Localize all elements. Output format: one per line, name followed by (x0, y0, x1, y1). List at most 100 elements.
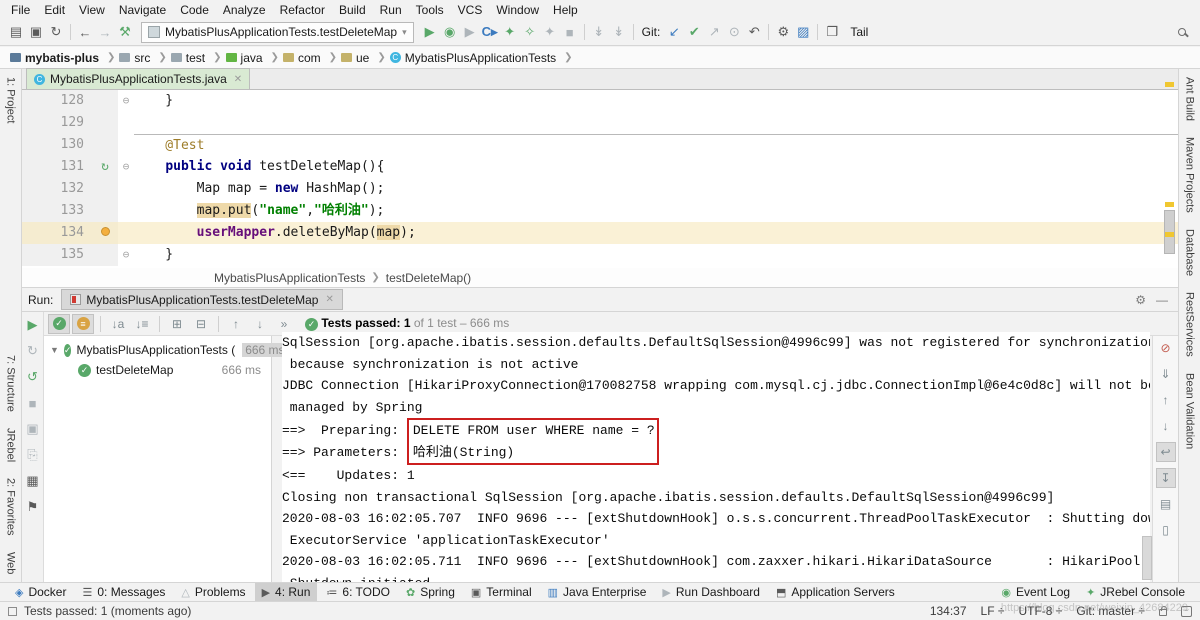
toolwindow-run-dashboard[interactable]: ▶Run Dashboard (655, 583, 767, 602)
breadcrumb-class[interactable]: CMybatisPlusApplicationTests❯ (390, 51, 573, 65)
minimize-icon[interactable]: — (1156, 293, 1168, 307)
fold-icon[interactable]: ⊖ (118, 244, 134, 266)
settings-wrench-icon[interactable]: ⚙ (773, 22, 793, 42)
menu-tools[interactable]: Tools (409, 3, 451, 17)
menu-view[interactable]: View (72, 3, 112, 17)
toolwindow-project[interactable]: 1: Project (5, 69, 17, 131)
debug-button[interactable]: ◉ (440, 22, 460, 42)
toolwindow-problems[interactable]: △Problems (174, 583, 252, 602)
hector-inspector-icon[interactable]: ⌣ (1181, 606, 1192, 617)
editor-tab[interactable]: C MybatisPlusApplicationTests.java ✕ (26, 68, 250, 89)
expand-all-icon[interactable]: ⊞ (166, 314, 188, 334)
menu-navigate[interactable]: Navigate (112, 3, 173, 17)
back-icon[interactable]: ← (75, 22, 95, 42)
breadcrumb-class[interactable]: MybatisPlusApplicationTests (214, 271, 365, 285)
menu-window[interactable]: Window (489, 3, 546, 17)
close-icon[interactable]: ✕ (234, 74, 242, 85)
build-hammer-icon[interactable]: ⚒ (115, 22, 135, 42)
breadcrumb-java[interactable]: java❯ (226, 51, 279, 65)
console-scrollbar-thumb[interactable] (1142, 536, 1152, 580)
gear-icon[interactable]: ⚙ (1135, 293, 1146, 307)
toolwindow-web[interactable]: Web (5, 544, 17, 582)
git-commit-icon[interactable]: ✔ (684, 22, 704, 42)
toolwindow-favorites[interactable]: 2: Favorites (5, 470, 17, 543)
jrebel-debug-icon[interactable]: ✧ (520, 22, 540, 42)
sort-alphabetically-icon[interactable]: ↓a (107, 314, 129, 334)
menu-vcs[interactable]: VCS (451, 3, 490, 17)
coverage-icon[interactable]: C▸ (480, 22, 500, 42)
print-icon[interactable]: ▤ (1156, 494, 1176, 514)
breadcrumb-project[interactable]: mybatis-plus❯ (10, 51, 115, 65)
toolwindow-event-log[interactable]: ◉Event Log (994, 583, 1077, 602)
sort-by-duration-icon[interactable]: ↓≡ (131, 314, 153, 334)
search-everywhere-icon[interactable] (1178, 25, 1186, 39)
toolwindow-spring[interactable]: ✿Spring (399, 583, 462, 602)
breadcrumb-com[interactable]: com❯ (283, 51, 337, 65)
run-configuration-select[interactable]: MybatisPlusApplicationTests.testDeleteMa… (141, 22, 414, 43)
run-panel-tab[interactable]: MybatisPlusApplicationTests.testDeleteMa… (61, 289, 343, 310)
save-all-icon[interactable]: ▣ (26, 22, 46, 42)
show-passed-icon[interactable]: ✓ (48, 314, 70, 334)
toolwindow-jrebel-console[interactable]: ✦JRebel Console (1079, 583, 1192, 602)
fold-icon[interactable]: ⊖ (118, 90, 134, 112)
menu-code[interactable]: Code (173, 3, 216, 17)
encoding-select[interactable]: UTF-8 ÷ (1018, 604, 1062, 618)
git-update-icon[interactable]: ↙ (664, 22, 684, 42)
toolwindow-docker[interactable]: ◈Docker (8, 583, 73, 602)
close-icon[interactable]: ✕ (325, 294, 333, 305)
toolwindow-restservices[interactable]: RestServices (1184, 284, 1196, 365)
stripe-warning-mark[interactable] (1165, 202, 1174, 207)
editor-error-stripe[interactable] (1164, 74, 1176, 264)
breadcrumb-ue[interactable]: ue❯ (341, 51, 386, 65)
menu-build[interactable]: Build (332, 3, 373, 17)
test-tree-item[interactable]: ✓ testDeleteMap 666 ms (44, 360, 271, 380)
toolwindow-messages[interactable]: ☰0: Messages (75, 583, 172, 602)
breadcrumb-test[interactable]: test❯ (171, 51, 222, 65)
rollback-icon[interactable]: ↶ (744, 22, 764, 42)
menu-help[interactable]: Help (546, 3, 585, 17)
stripe-warning-mark[interactable] (1165, 232, 1174, 237)
jrebel-run-icon[interactable]: ✦ (500, 22, 520, 42)
tail-label[interactable]: Tail (850, 25, 868, 39)
menu-analyze[interactable]: Analyze (216, 3, 273, 17)
lock-icon[interactable] (1159, 609, 1167, 616)
stripe-warning-mark[interactable] (1165, 82, 1174, 87)
code-editor[interactable]: 128⊖ } 129 130 @Test 131↻⊖ public void t… (22, 90, 1178, 268)
menu-edit[interactable]: Edit (37, 3, 72, 17)
project-structure-icon[interactable]: ▨ (793, 22, 813, 42)
toolwindow-bean-validation[interactable]: Bean Validation (1184, 365, 1196, 457)
chevron-down-icon[interactable]: ▼ (50, 345, 59, 355)
run-console[interactable]: SqlSession [org.apache.ibatis.session.de… (282, 332, 1150, 585)
toolwindow-ant-build[interactable]: Ant Build (1184, 69, 1196, 129)
run-test-gutter-icon[interactable]: ↻ (101, 159, 109, 174)
toolwindow-jrebel[interactable]: JRebel (5, 420, 17, 470)
menu-refactor[interactable]: Refactor (273, 3, 332, 17)
rerun-failed-tests-icon[interactable]: ↺ (23, 368, 43, 386)
toolwindow-application-servers[interactable]: ⬒Application Servers (769, 583, 902, 602)
clear-console-icon[interactable]: ⊘ (1156, 338, 1176, 358)
restore-layout-icon[interactable]: ▦ (23, 472, 43, 490)
soft-wrap-icon[interactable]: ↩ (1156, 442, 1176, 462)
caret-position[interactable]: 134:37 (930, 604, 967, 618)
toolwindow-maven[interactable]: Maven Projects (1184, 129, 1196, 221)
breadcrumb-src[interactable]: src❯ (119, 51, 166, 65)
show-ignored-icon[interactable]: ≡ (72, 314, 94, 334)
fold-icon[interactable]: ⊖ (118, 156, 134, 178)
toolwindow-run[interactable]: ▶4: Run (255, 583, 318, 602)
capture-tool-icon[interactable]: ❒ (822, 22, 842, 42)
scroll-to-end-toggle-icon[interactable]: ↧ (1156, 468, 1176, 488)
toolwindow-database[interactable]: Database (1184, 221, 1196, 284)
toolwindow-terminal[interactable]: ▣Terminal (464, 583, 539, 602)
test-tree-root[interactable]: ▼ ✓ MybatisPlusApplicationTests ( 666 ms (44, 340, 271, 360)
collapse-all-icon[interactable]: ⊟ (190, 314, 212, 334)
open-icon[interactable]: ▤ (6, 22, 26, 42)
toolwindow-structure[interactable]: 7: Structure (5, 347, 17, 420)
rerun-button[interactable]: ▶ (23, 316, 43, 334)
breadcrumb-method[interactable]: testDeleteMap() (386, 271, 471, 285)
scroll-to-end-icon[interactable]: ⇓ (1156, 364, 1176, 384)
intention-bulb-icon[interactable] (101, 227, 110, 236)
menu-file[interactable]: File (4, 3, 37, 17)
run-button[interactable]: ▶ (420, 22, 440, 42)
more-icon[interactable]: » (273, 314, 295, 334)
pin-icon[interactable]: ⚑ (23, 498, 43, 516)
